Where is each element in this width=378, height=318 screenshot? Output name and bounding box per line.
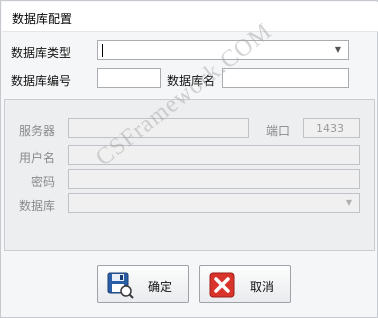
chevron-down-icon[interactable]: ▼ (342, 196, 356, 210)
close-icon (208, 271, 236, 299)
database-select[interactable]: ▼ (68, 193, 360, 213)
save-icon (106, 271, 134, 299)
db-type-label: 数据库类型 (11, 46, 72, 60)
db-config-dialog: 数据库配置 数据库类型 ▼ 数据库编号 数据库名 服务器 端口 1433 用户名… (0, 0, 378, 318)
db-number-label: 数据库编号 (11, 74, 72, 88)
ok-button[interactable]: 确定 (97, 265, 189, 303)
username-label: 用户名 (19, 151, 56, 165)
database-label: 数据库 (19, 199, 56, 213)
db-number-input[interactable] (97, 68, 161, 88)
db-name-input[interactable] (222, 68, 349, 88)
port-label: 端口 (266, 124, 291, 138)
chevron-down-icon[interactable]: ▼ (331, 43, 345, 57)
title-bar: 数据库配置 (2, 2, 378, 32)
port-input[interactable]: 1433 (303, 118, 360, 138)
password-input[interactable] (68, 169, 360, 189)
cancel-button-label: 取消 (250, 280, 275, 294)
port-value: 1433 (316, 122, 344, 135)
cancel-button[interactable]: 取消 (199, 265, 291, 303)
password-label: 密码 (31, 175, 56, 189)
window-title: 数据库配置 (12, 12, 73, 26)
ok-button-label: 确定 (148, 280, 173, 294)
text-caret (102, 44, 103, 57)
server-label: 服务器 (19, 124, 56, 138)
